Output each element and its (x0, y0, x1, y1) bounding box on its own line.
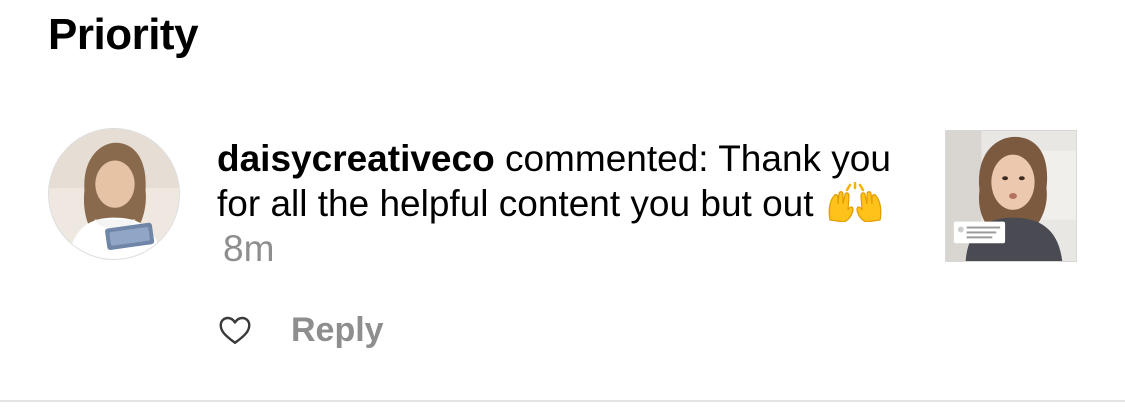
user-avatar[interactable] (48, 128, 180, 260)
heart-icon[interactable] (217, 312, 253, 348)
post-thumbnail[interactable] (945, 130, 1077, 262)
action-text: commented: (504, 138, 709, 179)
section-title: Priority (48, 10, 199, 59)
reply-button[interactable]: Reply (291, 311, 384, 350)
notification-comment[interactable]: daisycreativeco commented: Thank you for… (217, 136, 897, 271)
divider (0, 400, 1125, 402)
post-thumbnail-photo (946, 131, 1076, 261)
timestamp: 8m (223, 228, 275, 269)
username[interactable]: daisycreativeco (217, 138, 495, 179)
comment-actions: Reply (217, 308, 384, 352)
avatar-photo (49, 129, 179, 259)
raising-hands-icon (826, 180, 884, 223)
